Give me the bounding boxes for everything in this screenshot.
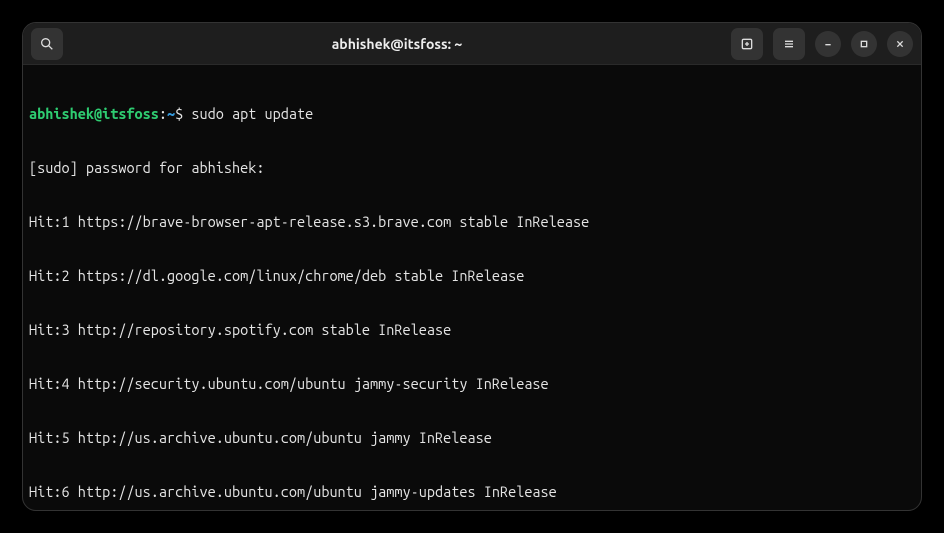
menu-button[interactable] — [773, 28, 805, 60]
minimize-button[interactable] — [815, 31, 841, 57]
close-button[interactable] — [887, 31, 913, 57]
terminal-window: abhishek@itsfoss: ~ abhishek@itsfoss:~$ … — [22, 22, 922, 511]
maximize-button[interactable] — [851, 31, 877, 57]
window-title: abhishek@itsfoss: ~ — [63, 36, 731, 52]
hamburger-icon — [781, 36, 797, 52]
output-line: Hit:4 http://security.ubuntu.com/ubuntu … — [29, 375, 915, 393]
prompt-dollar: $ — [175, 105, 191, 122]
close-icon — [892, 36, 908, 52]
prompt-user: abhishek@itsfoss — [29, 105, 159, 122]
prompt-colon: : — [159, 105, 167, 122]
output-line: Hit:1 https://brave-browser-apt-release.… — [29, 213, 915, 231]
new-tab-icon — [739, 36, 755, 52]
prompt-line: abhishek@itsfoss:~$ sudo apt update — [29, 105, 915, 123]
search-icon — [39, 36, 55, 52]
output-line: Hit:5 http://us.archive.ubuntu.com/ubunt… — [29, 429, 915, 447]
output-line: [sudo] password for abhishek: — [29, 159, 915, 177]
minimize-icon — [820, 36, 836, 52]
terminal-body[interactable]: abhishek@itsfoss:~$ sudo apt update [sud… — [23, 65, 921, 511]
search-button[interactable] — [31, 28, 63, 60]
output-line: Hit:2 https://dl.google.com/linux/chrome… — [29, 267, 915, 285]
new-tab-button[interactable] — [731, 28, 763, 60]
titlebar: abhishek@itsfoss: ~ — [23, 23, 921, 65]
output-line: Hit:6 http://us.archive.ubuntu.com/ubunt… — [29, 483, 915, 501]
command-text: sudo apt update — [191, 105, 313, 122]
output-line: Hit:3 http://repository.spotify.com stab… — [29, 321, 915, 339]
maximize-icon — [856, 36, 872, 52]
prompt-path: ~ — [167, 105, 175, 122]
